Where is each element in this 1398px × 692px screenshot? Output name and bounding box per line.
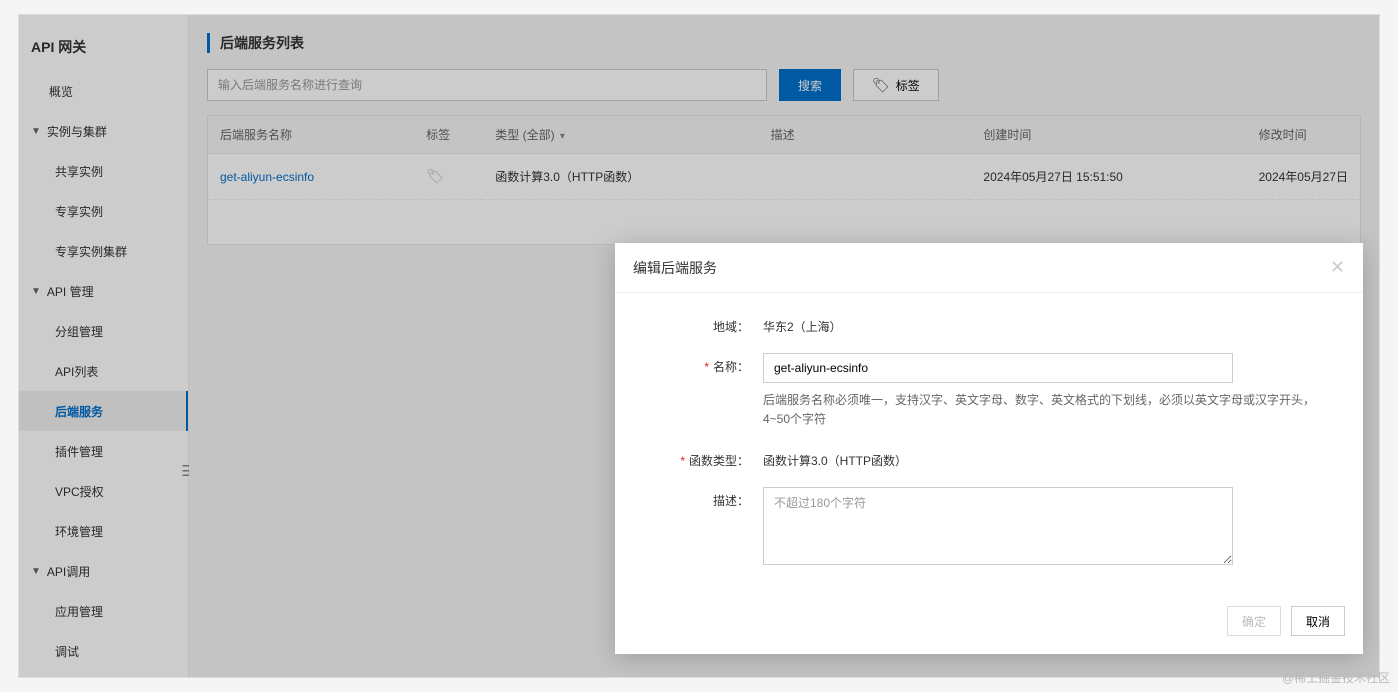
fn-type-value: 函数计算3.0（HTTP函数） xyxy=(763,447,1345,469)
region-value: 华东2（上海） xyxy=(763,313,1345,335)
modal-header: 编辑后端服务 ✕ xyxy=(615,243,1363,293)
name-label: 名称： xyxy=(713,360,749,374)
edit-backend-modal: 编辑后端服务 ✕ 地域： 华东2（上海） * 名称： 后端服务名称必须唯一，支持汉… xyxy=(615,243,1363,654)
required-icon: * xyxy=(704,360,709,374)
desc-label: 描述： xyxy=(713,494,749,508)
ok-button[interactable]: 确定 xyxy=(1227,606,1281,636)
fn-type-label: 函数类型： xyxy=(689,454,749,468)
modal-footer: 确定 取消 xyxy=(615,592,1363,654)
ok-button-label: 确定 xyxy=(1242,613,1266,630)
window-frame: API 网关 概览 ▼ 实例与集群 共享实例 专享实例 专享实例集群 ▼ API… xyxy=(18,14,1380,678)
required-icon: * xyxy=(680,454,685,468)
name-input[interactable] xyxy=(763,353,1233,383)
cancel-button[interactable]: 取消 xyxy=(1291,606,1345,636)
desc-textarea[interactable] xyxy=(763,487,1233,565)
modal-title: 编辑后端服务 xyxy=(633,258,717,278)
watermark: @稀土掘金技术社区 xyxy=(1282,669,1390,686)
cancel-button-label: 取消 xyxy=(1306,613,1330,630)
region-label: 地域： xyxy=(713,320,749,334)
modal-body: 地域： 华东2（上海） * 名称： 后端服务名称必须唯一，支持汉字、英文字母、数字… xyxy=(615,293,1363,592)
name-hint: 后端服务名称必须唯一，支持汉字、英文字母、数字、英文格式的下划线，必须以英文字母… xyxy=(763,391,1323,429)
close-icon[interactable]: ✕ xyxy=(1330,257,1345,278)
